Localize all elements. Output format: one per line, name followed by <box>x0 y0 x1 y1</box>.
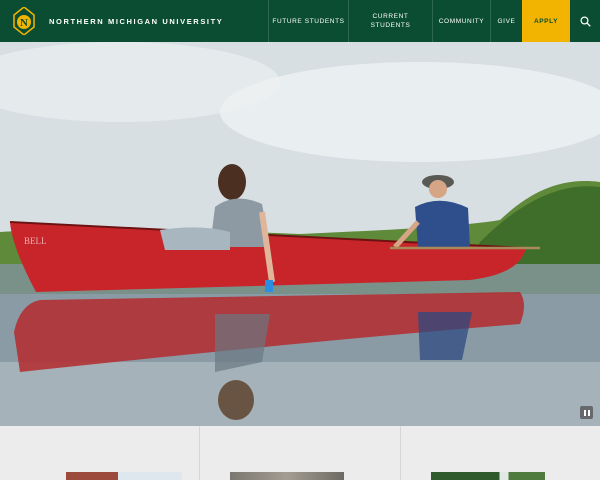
canoe-brand-text: BELL <box>24 236 47 246</box>
nmu-n-logo-icon: N <box>13 7 35 35</box>
card-thumbnail <box>230 472 345 480</box>
search-icon <box>579 15 591 27</box>
feature-card-3[interactable] <box>401 426 600 480</box>
brand[interactable]: N NORTHERN MICHIGAN UNIVERSITY <box>0 0 268 42</box>
hero-image: BELL <box>0 42 600 426</box>
nav-current-students-line2: STUDENTS <box>370 22 411 29</box>
university-name: NORTHERN MICHIGAN UNIVERSITY <box>49 16 224 26</box>
feature-cards <box>0 426 600 480</box>
nav-current-students-line1: CURRENT <box>372 13 409 20</box>
feature-card-1[interactable] <box>0 426 201 480</box>
pause-button[interactable] <box>580 406 593 419</box>
nav-current-students[interactable]: CURRENT STUDENTS <box>348 0 432 42</box>
pause-icon-bar <box>587 409 590 416</box>
site-header: N NORTHERN MICHIGAN UNIVERSITY FUTURE ST… <box>0 0 600 42</box>
svg-text:N: N <box>20 17 28 29</box>
nav-give[interactable]: GIVE <box>490 0 522 42</box>
nav-future-students[interactable]: FUTURE STUDENTS <box>268 0 348 42</box>
card-thumbnail <box>66 472 182 480</box>
nav-community[interactable]: COMMUNITY <box>432 0 490 42</box>
feature-card-2[interactable] <box>200 426 401 480</box>
hero-video: BELL <box>0 42 600 426</box>
apply-button[interactable]: APPLY <box>522 0 570 42</box>
pause-icon <box>583 409 586 416</box>
main-nav: FUTURE STUDENTS CURRENT STUDENTS COMMUNI… <box>268 0 600 42</box>
search-button[interactable] <box>570 0 600 42</box>
card-thumbnail <box>430 472 545 480</box>
